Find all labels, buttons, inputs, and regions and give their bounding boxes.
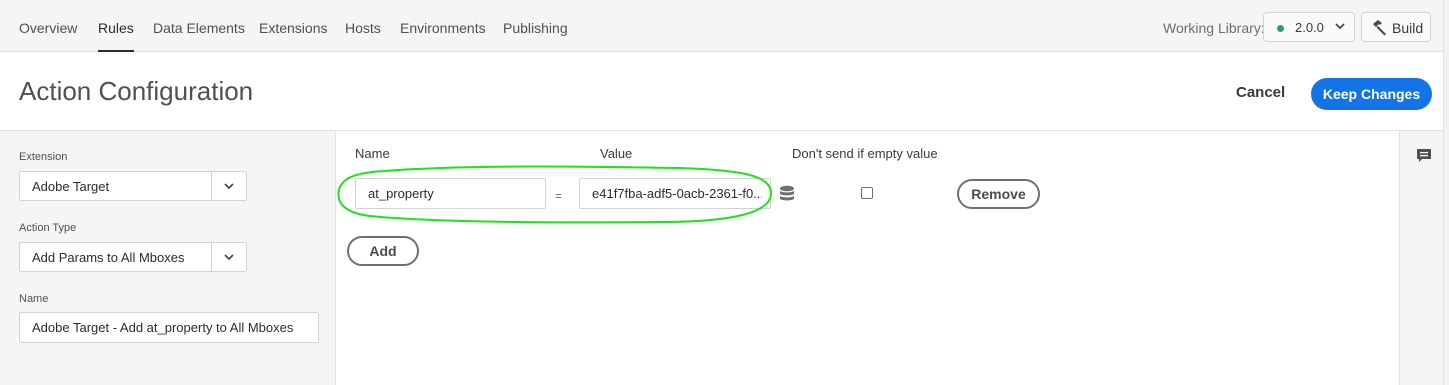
equals-sign: = — [555, 189, 563, 203]
tab-environments[interactable]: Environments — [400, 0, 486, 52]
tab-rules[interactable]: Rules — [98, 0, 134, 52]
action-type-label: Action Type — [19, 222, 77, 234]
param-name-value: at_property — [368, 186, 434, 201]
library-select[interactable]: 2.0.0 — [1263, 12, 1355, 42]
name-field[interactable]: Adobe Target - Add at_property to All Mb… — [19, 312, 319, 343]
remove-button[interactable]: Remove — [957, 179, 1040, 209]
keep-changes-button[interactable]: Keep Changes — [1311, 78, 1432, 110]
action-type-value: Add Params to All Mboxes — [32, 250, 185, 265]
dont-send-header: Don't send if empty value — [792, 146, 938, 161]
tab-publishing[interactable]: Publishing — [503, 0, 568, 52]
extension-select[interactable]: Adobe Target — [19, 171, 247, 201]
param-value-input[interactable]: e41f7fba-adf5-0acb-2361-f0... — [579, 178, 771, 209]
hammer-icon — [1373, 20, 1386, 36]
param-value-value: e41f7fba-adf5-0acb-2361-f0... — [592, 186, 762, 201]
chevron-down-icon — [224, 254, 234, 261]
top-nav: Overview Rules Data Elements Extensions … — [0, 0, 1449, 52]
tab-data-elements[interactable]: Data Elements — [153, 0, 245, 52]
comment-icon[interactable] — [1416, 148, 1432, 164]
library-version: 2.0.0 — [1295, 20, 1324, 35]
cancel-button[interactable]: Cancel — [1236, 84, 1285, 101]
name-value: Adobe Target - Add at_property to All Mb… — [32, 320, 294, 335]
extension-label: Extension — [19, 151, 68, 163]
extension-value: Adobe Target — [32, 179, 110, 194]
name-label: Name — [19, 293, 49, 305]
extension-dropdown-button[interactable] — [211, 172, 246, 200]
dont-send-checkbox[interactable] — [861, 187, 873, 199]
chevron-down-icon — [224, 183, 234, 190]
window-edge — [1443, 0, 1449, 385]
add-button[interactable]: Add — [347, 236, 419, 266]
tab-extensions[interactable]: Extensions — [259, 0, 327, 52]
param-value-header: Value — [600, 146, 633, 161]
right-rail — [1399, 131, 1443, 385]
param-name-header: Name — [355, 146, 390, 161]
build-label: Build — [1392, 20, 1424, 36]
page-title: Action Configuration — [19, 76, 254, 106]
database-icon[interactable] — [779, 185, 795, 203]
working-library-label: Working Library: — [1163, 20, 1265, 36]
action-type-dropdown-button[interactable] — [211, 243, 246, 271]
param-name-input[interactable]: at_property — [355, 178, 546, 209]
tab-hosts[interactable]: Hosts — [345, 0, 381, 52]
chevron-down-icon — [1335, 23, 1345, 30]
action-type-select[interactable]: Add Params to All Mboxes — [19, 242, 247, 272]
tab-overview[interactable]: Overview — [19, 0, 77, 52]
build-button[interactable]: Build — [1361, 12, 1431, 42]
library-status-dot — [1277, 25, 1284, 32]
